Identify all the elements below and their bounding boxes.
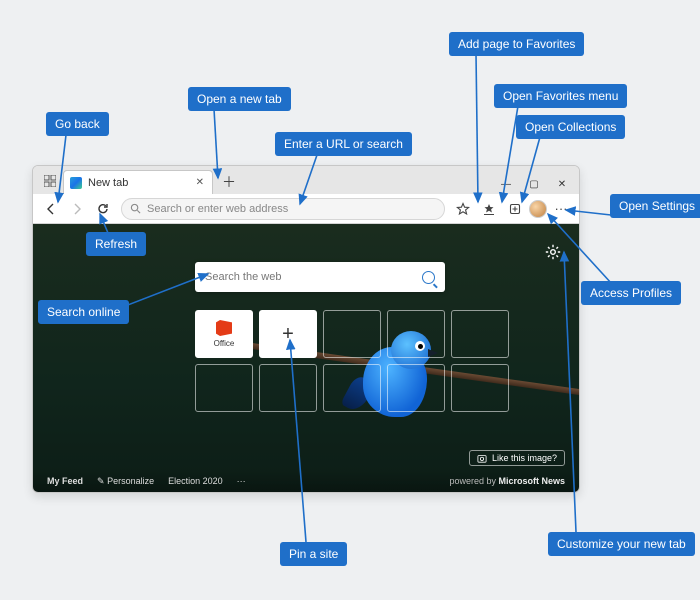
footer-personalize[interactable]: ✎ Personalize [97, 476, 154, 487]
callout-go-back: Go back [46, 112, 109, 136]
callout-open-collections: Open Collections [516, 115, 625, 139]
forward-button[interactable] [65, 197, 89, 221]
new-tab-button[interactable]: ＋ [217, 170, 241, 194]
ntp-footer: My Feed ✎ Personalize Election 2020 ··· … [33, 470, 579, 492]
favorites-menu-button[interactable] [477, 197, 501, 221]
window-controls: — ▢ ✕ [497, 179, 579, 194]
callout-search-online: Search online [38, 300, 129, 324]
footer-powered: powered by Microsoft News [449, 476, 565, 486]
callout-add-favorites: Add page to Favorites [449, 32, 584, 56]
add-favorite-button[interactable] [451, 197, 475, 221]
close-tab-button[interactable]: ✕ [194, 177, 206, 188]
tile-empty[interactable] [387, 310, 445, 358]
window-maximize-button[interactable]: ▢ [525, 179, 543, 190]
vertical-tabs-button[interactable] [39, 170, 61, 192]
address-placeholder: Search or enter web address [147, 203, 288, 215]
tab-title: New tab [88, 177, 188, 189]
search-submit-icon[interactable] [422, 271, 435, 284]
tile-empty[interactable] [195, 364, 253, 412]
callout-pin-site: Pin a site [280, 542, 347, 566]
callout-refresh: Refresh [86, 232, 146, 256]
tile-empty[interactable] [323, 310, 381, 358]
browser-window: New tab ✕ ＋ — ▢ ✕ Search or enter web ad… [32, 165, 580, 493]
gear-icon [545, 244, 561, 260]
browser-toolbar: Search or enter web address ··· [33, 194, 579, 224]
refresh-button[interactable] [91, 197, 115, 221]
like-image-button[interactable]: Like this image? [469, 450, 565, 466]
callout-access-profiles: Access Profiles [581, 281, 681, 305]
camera-icon [477, 454, 487, 463]
web-search-placeholder: Search the web [205, 271, 281, 283]
tab-strip: New tab ✕ ＋ — ▢ ✕ [33, 166, 579, 194]
search-icon [130, 203, 141, 214]
tile-add-site[interactable]: + [259, 310, 317, 358]
tile-label: Office [214, 339, 235, 348]
like-image-label: Like this image? [492, 453, 557, 463]
callout-open-favorites-menu: Open Favorites menu [494, 84, 627, 108]
web-search-box[interactable]: Search the web [195, 262, 445, 292]
window-close-button[interactable]: ✕ [553, 179, 571, 190]
callout-enter-url: Enter a URL or search [275, 132, 412, 156]
footer-more[interactable]: ··· [237, 476, 246, 486]
tile-empty[interactable] [323, 364, 381, 412]
settings-button[interactable]: ··· [549, 197, 573, 221]
footer-election[interactable]: Election 2020 [168, 476, 223, 486]
window-minimize-button[interactable]: — [497, 179, 515, 190]
tab-new-tab[interactable]: New tab ✕ [63, 170, 213, 194]
collections-button[interactable] [503, 197, 527, 221]
plus-icon: + [282, 324, 294, 344]
tile-office[interactable]: Office [195, 310, 253, 358]
footer-myfeed[interactable]: My Feed [47, 476, 83, 486]
edge-favicon-icon [70, 177, 82, 189]
back-button[interactable] [39, 197, 63, 221]
ntp-settings-button[interactable] [545, 244, 561, 264]
tile-empty[interactable] [451, 310, 509, 358]
callout-customize-tab: Customize your new tab [548, 532, 695, 556]
callout-open-new-tab: Open a new tab [188, 87, 291, 111]
callout-open-settings: Open Settings [610, 194, 700, 218]
tile-empty[interactable] [387, 364, 445, 412]
quicklink-tiles: Office + [195, 310, 509, 412]
office-icon [216, 320, 232, 336]
address-bar[interactable]: Search or enter web address [121, 198, 445, 220]
tile-empty[interactable] [259, 364, 317, 412]
profile-avatar[interactable] [529, 200, 547, 218]
new-tab-content: Search the web Office + Like this image? [33, 224, 579, 492]
tile-empty[interactable] [451, 364, 509, 412]
